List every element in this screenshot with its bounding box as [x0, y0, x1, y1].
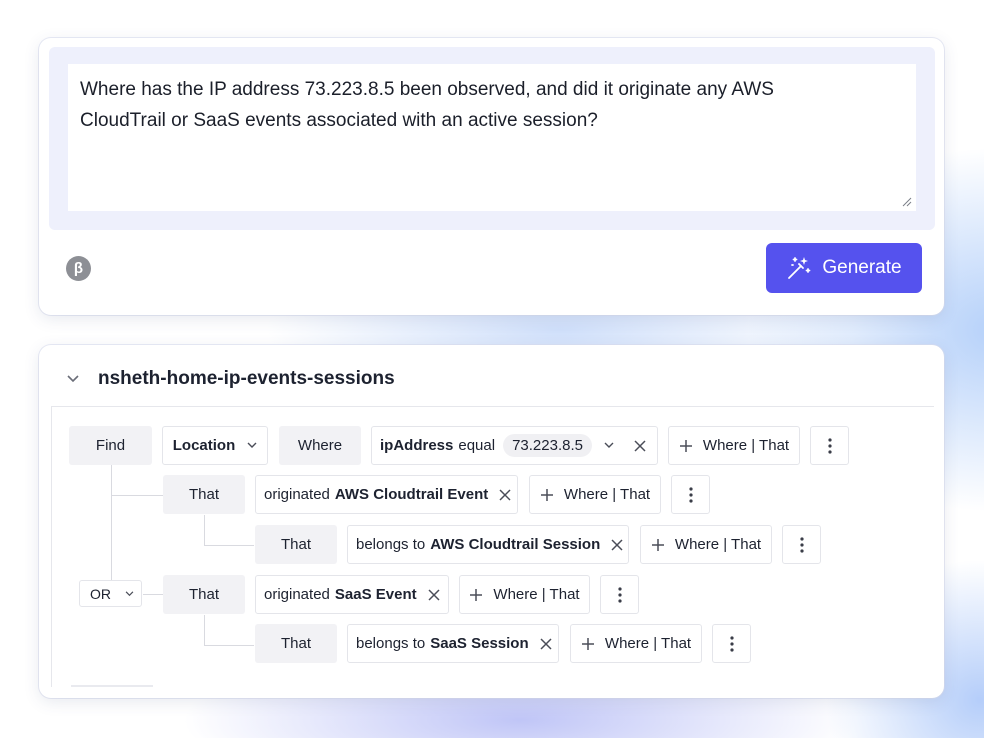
plus-icon: [581, 637, 594, 650]
condition-chip[interactable]: ipAddress equal 73.223.8.5: [371, 426, 658, 465]
condition-value[interactable]: 73.223.8.5: [503, 434, 592, 457]
entity-select-label: Location: [172, 437, 236, 454]
plus-icon: [651, 538, 664, 551]
relationship-prefix: originated: [264, 486, 330, 503]
close-icon[interactable]: [611, 538, 623, 551]
add-where-that-button[interactable]: Where | That: [529, 475, 661, 514]
that-label: That: [255, 525, 337, 564]
beta-badge: β: [66, 256, 91, 281]
magic-wand-icon: [788, 257, 811, 279]
close-icon[interactable]: [499, 488, 511, 501]
tree-connector: [204, 515, 205, 546]
generate-button[interactable]: Generate: [766, 243, 922, 293]
divider: [71, 685, 153, 687]
relationship-prefix: belongs to: [356, 536, 426, 553]
add-where-that-button[interactable]: Where | That: [459, 575, 590, 614]
that-label: That: [163, 475, 245, 514]
resize-grip-icon[interactable]: [902, 197, 912, 207]
more-options-button[interactable]: [810, 426, 849, 465]
kebab-menu-icon: [617, 586, 622, 603]
query-card: nsheth-home-ip-events-sessions Find Loca…: [39, 345, 944, 698]
or-select[interactable]: OR: [79, 580, 142, 607]
close-icon[interactable]: [540, 637, 552, 650]
relationship-target: AWS Cloudtrail Event: [334, 486, 489, 503]
prompt-text-line-1: Where has the IP address 73.223.8.5 been…: [80, 79, 774, 100]
kebab-menu-icon: [729, 635, 734, 652]
prompt-card: Where has the IP address 73.223.8.5 been…: [39, 38, 944, 315]
entity-select[interactable]: Location: [162, 426, 268, 465]
relationship-target: SaaS Session: [430, 635, 529, 652]
add-where-that-label: Where | That: [674, 536, 762, 553]
tree-connector: [204, 545, 254, 546]
more-options-button[interactable]: [782, 525, 821, 564]
plus-icon: [540, 488, 553, 501]
find-label: Find: [69, 426, 152, 465]
kebab-menu-icon: [799, 536, 804, 553]
more-options-button[interactable]: [600, 575, 639, 614]
add-where-that-label: Where | That: [702, 437, 790, 454]
chevron-down-icon[interactable]: [604, 442, 614, 449]
add-where-that-label: Where | That: [493, 586, 580, 603]
query-title: nsheth-home-ip-events-sessions: [98, 368, 395, 389]
relationship-prefix: originated: [264, 586, 330, 603]
add-where-that-label: Where | That: [604, 635, 692, 652]
add-where-that-button[interactable]: Where | That: [668, 426, 800, 465]
tree-connector: [143, 594, 163, 595]
close-icon[interactable]: [634, 439, 646, 452]
tree-connector: [204, 615, 205, 646]
condition-operator: equal: [458, 437, 496, 454]
prompt-area: Where has the IP address 73.223.8.5 been…: [49, 47, 935, 230]
relationship-target: AWS Cloudtrail Session: [430, 536, 601, 553]
add-where-that-button[interactable]: Where | That: [570, 624, 702, 663]
kebab-menu-icon: [688, 486, 693, 503]
tree-connector: [111, 465, 112, 595]
generate-button-label: Generate: [822, 257, 902, 278]
prompt-text-line-2: CloudTrail or SaaS events associated wit…: [80, 110, 598, 131]
query-header: nsheth-home-ip-events-sessions: [51, 355, 934, 407]
relationship-chip[interactable]: belongs to AWS Cloudtrail Session: [347, 525, 629, 564]
plus-icon: [679, 439, 692, 452]
add-where-that-label: Where | That: [563, 486, 651, 503]
kebab-menu-icon: [827, 437, 832, 454]
collapse-chevron-icon[interactable]: [66, 374, 80, 384]
relationship-prefix: belongs to: [356, 635, 426, 652]
tree-connector: [111, 495, 163, 496]
add-where-that-button[interactable]: Where | That: [640, 525, 772, 564]
where-label: Where: [279, 426, 361, 465]
condition-field: ipAddress: [380, 437, 454, 454]
or-select-label: OR: [90, 585, 111, 602]
close-icon[interactable]: [428, 588, 440, 601]
plus-icon: [470, 588, 483, 601]
chevron-down-icon: [247, 442, 257, 448]
relationship-chip[interactable]: originated SaaS Event: [255, 575, 449, 614]
relationship-target: SaaS Event: [334, 586, 417, 603]
relationship-chip[interactable]: belongs to SaaS Session: [347, 624, 559, 663]
divider: [51, 407, 52, 687]
relationship-chip[interactable]: originated AWS Cloudtrail Event: [255, 475, 518, 514]
more-options-button[interactable]: [671, 475, 710, 514]
tree-connector: [204, 645, 254, 646]
more-options-button[interactable]: [712, 624, 751, 663]
that-label: That: [163, 575, 245, 614]
chevron-down-icon: [125, 590, 134, 596]
prompt-textarea[interactable]: Where has the IP address 73.223.8.5 been…: [68, 64, 916, 211]
that-label: That: [255, 624, 337, 663]
